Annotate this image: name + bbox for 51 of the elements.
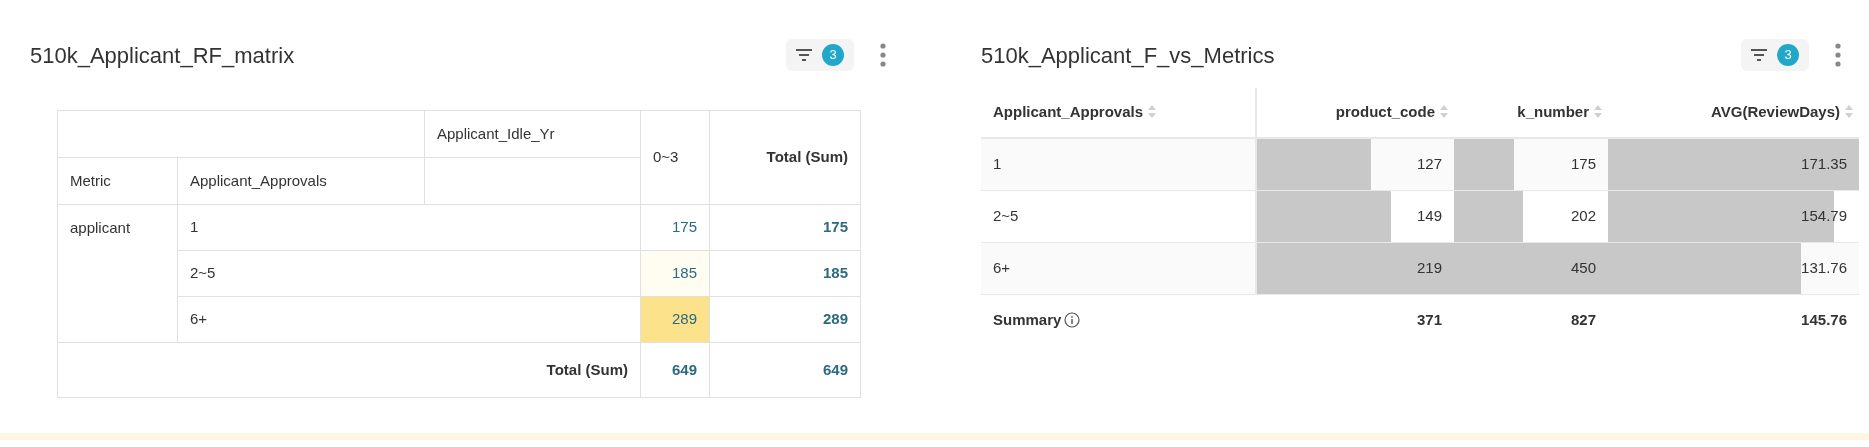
table-cell: 827 bbox=[1570, 311, 1596, 328]
sort-icon[interactable] bbox=[1845, 105, 1853, 119]
row-header: Applicant_Approvals bbox=[190, 171, 327, 189]
filter-icon bbox=[796, 49, 812, 61]
table-cell: Total (Sum) bbox=[546, 360, 628, 378]
sort-icon[interactable] bbox=[1440, 105, 1448, 119]
column-header: 0~3 bbox=[653, 148, 679, 166]
table-cell: 202 bbox=[1570, 206, 1596, 224]
table-cell: 175 bbox=[709, 204, 861, 251]
column-header[interactable]: Applicant_Approvals bbox=[993, 103, 1144, 121]
table-cell: 145.76 bbox=[1801, 311, 1847, 328]
table-cell: 154.79 bbox=[1801, 206, 1847, 224]
table-cell: 450 bbox=[1570, 258, 1596, 276]
table-cell: 1 bbox=[190, 218, 199, 236]
panel-title: 510k_Applicant_RF_matrix bbox=[30, 41, 295, 70]
row-header: Metric bbox=[70, 171, 111, 189]
filter-count-badge: 3 bbox=[822, 44, 844, 66]
table-cell: 127 bbox=[1416, 155, 1442, 172]
filter-icon bbox=[1751, 49, 1767, 61]
column-header[interactable]: k_number bbox=[1517, 103, 1589, 121]
table-cell: 149 bbox=[1416, 206, 1442, 224]
panel-title: 510k_Applicant_F_vs_Metrics bbox=[981, 41, 1275, 70]
table-cell: 185 bbox=[709, 250, 861, 297]
table-cell: 175 bbox=[1570, 155, 1596, 172]
table-cell: 6+ bbox=[993, 258, 1011, 276]
more-menu-icon[interactable] bbox=[880, 43, 886, 67]
more-menu-icon[interactable] bbox=[1835, 43, 1841, 67]
table-cell: 289 bbox=[640, 296, 710, 343]
column-header: Total (Sum) bbox=[766, 148, 848, 166]
sort-icon[interactable] bbox=[1148, 105, 1157, 119]
info-icon[interactable] bbox=[1064, 312, 1081, 329]
table-cell: 289 bbox=[709, 296, 861, 343]
table-cell: 131.76 bbox=[1801, 258, 1847, 276]
filter-count-badge: 3 bbox=[1777, 44, 1799, 66]
table-cell: 185 bbox=[640, 250, 710, 297]
table-cell: 1 bbox=[993, 155, 1002, 172]
table-cell: applicant bbox=[70, 219, 131, 236]
column-header[interactable]: AVG(ReviewDays) bbox=[1711, 103, 1840, 121]
column-header[interactable]: product_code bbox=[1335, 103, 1435, 121]
table-cell: 649 bbox=[640, 342, 710, 398]
table-cell: 6+ bbox=[190, 310, 208, 328]
summary-label: Summary bbox=[993, 310, 1062, 330]
table-cell: 171.35 bbox=[1801, 155, 1847, 172]
table-cell: 2~5 bbox=[993, 206, 1019, 224]
table-cell: 2~5 bbox=[190, 264, 216, 282]
table-cell: 371 bbox=[1416, 311, 1442, 328]
column-header: Applicant_Idle_Yr bbox=[437, 124, 555, 142]
table-cell: 219 bbox=[1416, 258, 1442, 276]
table-cell: 175 bbox=[640, 204, 710, 251]
sort-icon[interactable] bbox=[1594, 105, 1602, 119]
table-cell: 649 bbox=[709, 342, 861, 398]
